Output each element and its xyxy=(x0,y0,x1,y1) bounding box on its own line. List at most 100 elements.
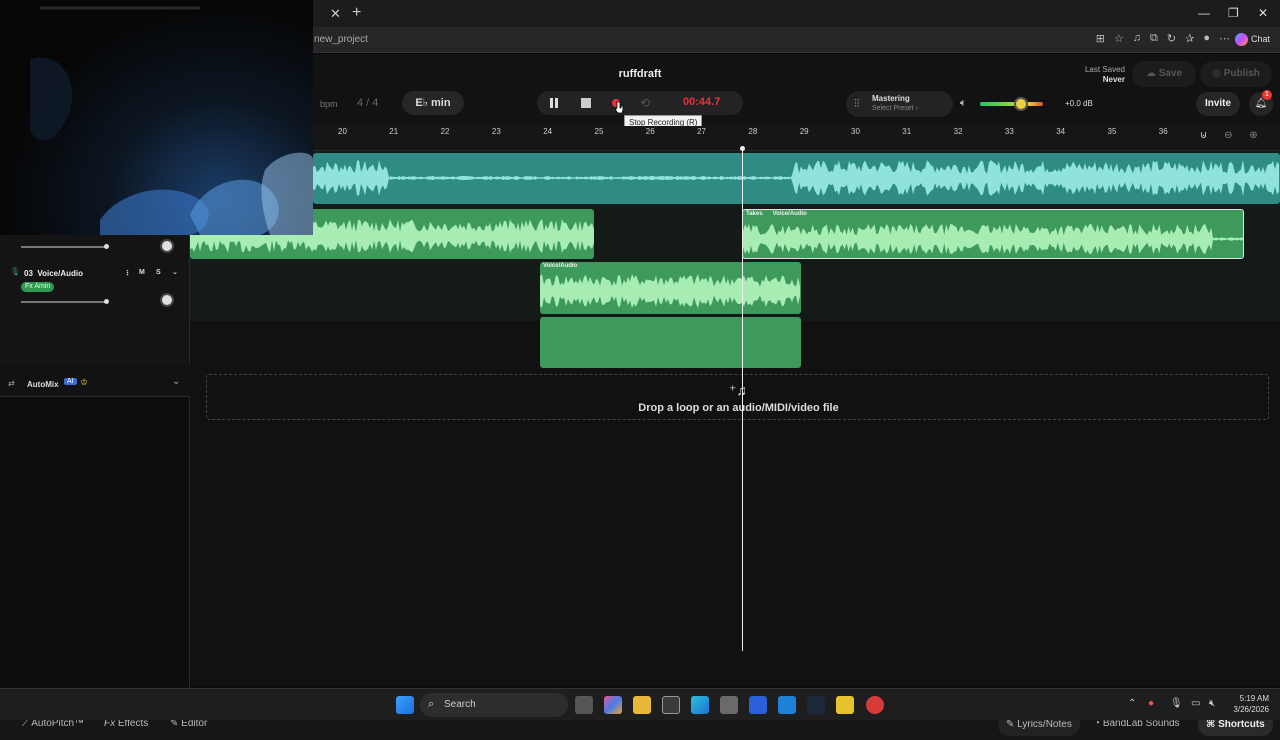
ruler-tick-label: 29 xyxy=(799,127,809,136)
stop-button[interactable] xyxy=(578,95,594,111)
favorites-icon[interactable]: ✰ xyxy=(1185,32,1194,45)
taskbar-search[interactable]: ⌕ Search xyxy=(420,693,568,717)
invite-button[interactable]: Invite xyxy=(1196,92,1240,116)
bpm-label[interactable]: bpm xyxy=(320,99,338,109)
last-saved-value: Never xyxy=(1102,75,1125,84)
webcam-image xyxy=(30,6,313,235)
windows-start-icon[interactable] xyxy=(396,696,414,714)
track-volume-fader[interactable] xyxy=(21,246,107,248)
app-icon[interactable] xyxy=(662,696,680,714)
copilot-chat-button[interactable]: Chat xyxy=(1234,33,1270,46)
chevron-down-icon[interactable]: ⌄ xyxy=(172,376,180,387)
steam-icon[interactable] xyxy=(807,696,825,714)
file-explorer-icon[interactable] xyxy=(633,696,651,714)
track-volume-fader[interactable] xyxy=(21,301,107,303)
track-volume-handle[interactable] xyxy=(104,299,109,304)
tray-chevron-icon[interactable]: ⌃ xyxy=(1128,698,1136,709)
ruler-tools: ⊍ ⊖ ⊕ xyxy=(1200,130,1258,141)
url-text[interactable]: new_project xyxy=(314,34,368,45)
new-tab-icon[interactable]: + xyxy=(352,4,361,22)
track-menu-icon[interactable]: ⋮ xyxy=(124,269,131,277)
time-signature[interactable]: 4 / 4 xyxy=(357,97,378,109)
outlook-icon[interactable] xyxy=(778,696,796,714)
solo-button[interactable]: S xyxy=(156,269,161,276)
clock-date: 3/26/2026 xyxy=(1233,705,1269,714)
playhead-line[interactable] xyxy=(742,146,743,651)
tab-close-icon[interactable]: ✕ xyxy=(330,6,341,22)
maximize-icon[interactable]: ❐ xyxy=(1228,6,1239,20)
waveform xyxy=(743,223,1243,255)
tray-app-icon[interactable]: ● xyxy=(1148,698,1154,709)
taskbar-clock[interactable]: 5:19 AM 3/26/2026 xyxy=(1223,693,1269,715)
drop-zone[interactable]: ⁺♫ Drop a loop or an audio/MIDI/video fi… xyxy=(206,374,1269,420)
rockstar-icon[interactable] xyxy=(836,696,854,714)
ruler-tick-label: 31 xyxy=(902,127,912,136)
speaker-icon[interactable]: 🔈︎ xyxy=(960,97,967,110)
tray-display-icon[interactable]: ▭ xyxy=(1191,698,1200,709)
publish-button[interactable]: ◎ Publish xyxy=(1200,61,1272,87)
automix-icon: ⇄ xyxy=(8,379,15,388)
clip-name: Voice/Audio xyxy=(772,211,807,217)
tray-mic-icon[interactable]: 🎙︎ xyxy=(1170,698,1183,709)
track-lane-1 xyxy=(190,151,1280,206)
loop-icon[interactable]: ⟲ xyxy=(637,95,653,111)
clock-time: 5:19 AM xyxy=(1239,694,1269,703)
last-saved-label: Last Saved xyxy=(1084,65,1125,74)
copilot-app-icon[interactable] xyxy=(604,696,622,714)
minimize-icon[interactable]: — xyxy=(1198,6,1210,20)
track-expand-icon[interactable]: ⌄ xyxy=(172,268,178,276)
task-view-icon[interactable] xyxy=(575,696,593,714)
fx-preset-badge[interactable]: Fx Amin xyxy=(21,282,55,292)
master-volume-db: +0.0 dB xyxy=(1065,99,1093,108)
waveform xyxy=(313,160,1279,196)
pan-knob[interactable] xyxy=(160,239,174,253)
audio-clip[interactable] xyxy=(313,153,1280,204)
favorite-star-icon[interactable]: ☆ xyxy=(1114,32,1124,45)
magnet-snap-icon[interactable]: ⊍ xyxy=(1200,130,1207,141)
pause-button[interactable] xyxy=(546,95,562,111)
voice-audio-clip[interactable]: Voice/Audio xyxy=(540,262,801,314)
zoom-out-icon[interactable]: ⊖ xyxy=(1224,130,1232,141)
ruler-tick-label: 33 xyxy=(1004,127,1014,136)
ruler-tick-label: 26 xyxy=(645,127,655,136)
app-icon[interactable] xyxy=(749,696,767,714)
mastering-sliders-icon: ⫶⫶ xyxy=(854,98,860,110)
mastering-preset: Select Preset › xyxy=(872,105,918,112)
automix-label: AutoMix xyxy=(27,380,59,389)
audio-clip[interactable] xyxy=(540,317,801,368)
project-title[interactable]: ruffdraft xyxy=(600,68,680,80)
refresh-icon[interactable]: ↻ xyxy=(1167,32,1176,45)
ruler-tick-label: 34 xyxy=(1056,127,1066,136)
zoom-in-icon[interactable]: ⊕ xyxy=(1249,130,1257,141)
save-button[interactable]: ☁ Save xyxy=(1132,61,1196,87)
app-icon[interactable] xyxy=(866,696,884,714)
app-available-icon[interactable]: ⊞ xyxy=(1096,32,1105,45)
time-display: 00:44.7 xyxy=(683,96,721,108)
ai-badge: AI xyxy=(64,378,77,385)
ruler-tick-label: 22 xyxy=(440,127,450,136)
timeline-ruler[interactable]: 20 21 22 23 24 25 26 27 28 29 30 31 32 33 34 35 36 xyxy=(313,126,1280,151)
more-menu-icon[interactable]: ⋯ xyxy=(1219,32,1230,45)
edge-icon[interactable] xyxy=(691,696,709,714)
microphone-icon[interactable]: ♫ xyxy=(1133,32,1141,45)
automix-row[interactable]: ⇄ AutoMix AI ♔ ⌄ xyxy=(0,370,190,397)
extension-icon[interactable]: ⧉ xyxy=(1150,32,1158,45)
mastering-button[interactable]: ⫶⫶ Mastering Select Preset › xyxy=(846,91,953,117)
microphone-icon[interactable]: 🎙︎ xyxy=(10,267,20,276)
master-volume-knob[interactable] xyxy=(1013,97,1028,111)
ruler-tick-label: 28 xyxy=(748,127,758,136)
playhead-marker[interactable] xyxy=(740,146,745,151)
track-name[interactable]: 03 Voice/Audio xyxy=(24,269,83,278)
track-volume-handle[interactable] xyxy=(104,244,109,249)
master-volume-slider[interactable] xyxy=(980,102,1043,106)
left-panel-empty xyxy=(0,397,190,705)
key-button[interactable]: E♭ min xyxy=(402,91,464,115)
search-icon: ⌕ xyxy=(428,698,435,710)
pan-knob[interactable] xyxy=(160,293,174,307)
takes-clip[interactable]: Takes Voice/Audio xyxy=(742,209,1244,259)
profile-avatar-icon[interactable]: ● xyxy=(1203,32,1210,45)
store-icon[interactable] xyxy=(720,696,738,714)
tray-volume-icon[interactable]: 🔇︎ xyxy=(1209,698,1215,709)
close-window-icon[interactable]: ✕ xyxy=(1258,6,1268,20)
mute-button[interactable]: M xyxy=(139,269,145,276)
